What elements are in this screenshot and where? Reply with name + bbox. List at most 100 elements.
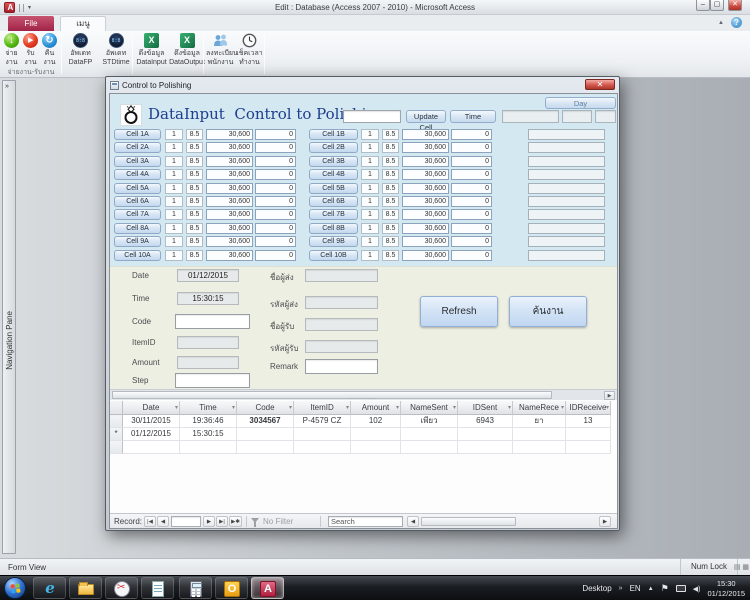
column-header-idreceive[interactable]: IDReceive▾ [566,401,611,415]
sort-filter-arrow-icon[interactable]: ▾ [175,402,178,415]
cell-field[interactable]: 8.5 [382,196,399,207]
ribbon-button-update-datafp[interactable]: อัพเดทDataFP [64,32,97,76]
update-cell-button[interactable]: Update Cell [406,110,446,123]
time-field[interactable]: 15:30:15 [177,292,239,305]
table-cell[interactable] [401,441,458,454]
cell-field[interactable]: 8.5 [382,142,399,153]
ribbon-collapse-icon[interactable]: ▲ [718,20,724,26]
cell-field[interactable]: 30,600 [206,250,253,261]
cell-field[interactable]: 1 [361,169,379,180]
table-select-all[interactable] [110,401,123,415]
cell-note-box[interactable] [528,142,605,153]
cell-field[interactable]: 1 [361,196,379,207]
row-selector[interactable] [110,415,123,428]
sort-filter-arrow-icon[interactable]: ▾ [232,402,235,415]
hidden-icons-icon[interactable]: ▲ [648,586,654,592]
ribbon-button-receive-job[interactable]: รับงาน [21,32,40,76]
cell-field[interactable]: 8.5 [382,209,399,220]
table-cell[interactable] [123,441,180,454]
cell-button[interactable]: Cell 4B [309,169,358,180]
cell-button[interactable]: Cell 9B [309,236,358,247]
table-cell[interactable] [566,428,611,441]
cell-field[interactable]: 1 [361,236,379,247]
desktop-toolbar[interactable]: Desktop [582,584,611,593]
sort-filter-arrow-icon[interactable]: ▾ [606,402,609,415]
table-cell[interactable] [513,428,566,441]
cell-field[interactable]: 0 [255,236,296,247]
table-cell[interactable] [566,441,611,454]
cell-field[interactable]: 1 [165,183,183,194]
cell-field[interactable]: 1 [165,142,183,153]
cell-field[interactable]: 30,600 [206,209,253,220]
cell-button[interactable]: Cell 8A [114,223,161,234]
cell-field[interactable]: 30,600 [402,223,449,234]
cell-note-box[interactable] [528,236,605,247]
cell-field[interactable]: 0 [255,156,296,167]
column-header-date[interactable]: Date▾ [123,401,180,415]
volume-icon[interactable]: ◀) [693,585,701,593]
cell-button[interactable]: Cell 7A [114,209,161,220]
remark-field[interactable] [305,359,378,374]
row-selector[interactable]: * [110,428,123,441]
column-header-time[interactable]: Time▾ [180,401,237,415]
cell-field[interactable]: 30,600 [402,129,449,140]
taskbar-snipping-tool[interactable] [105,577,138,599]
cell-button[interactable]: Cell 1A [114,129,161,140]
cell-field[interactable]: 8.5 [382,169,399,180]
table-cell[interactable]: 19:36:46 [180,415,237,428]
cell-field[interactable]: 8.5 [186,169,203,180]
cell-note-box[interactable] [528,196,605,207]
sort-filter-arrow-icon[interactable]: ▾ [396,402,399,415]
cell-button[interactable]: Cell 9A [114,236,161,247]
table-cell[interactable] [401,428,458,441]
search-box[interactable]: Search [328,516,403,527]
table-cell[interactable] [237,428,294,441]
cell-button[interactable]: Cell 7B [309,209,358,220]
taskbar-notepad[interactable] [141,577,174,599]
find-job-button[interactable]: ค้นงาน [509,296,587,327]
cell-field[interactable]: 1 [165,169,183,180]
next-record-icon[interactable]: ▶ [203,516,215,527]
cell-field[interactable]: 0 [451,236,492,247]
cell-field[interactable]: 0 [255,183,296,194]
record-count-box[interactable] [171,516,201,527]
help-icon[interactable]: ? [731,17,742,28]
cell-field[interactable]: 8.5 [186,250,203,261]
taskbar-outlook[interactable] [215,577,248,599]
cell-field[interactable]: 0 [451,250,492,261]
cell-field[interactable]: 8.5 [186,223,203,234]
cell-field[interactable]: 0 [255,209,296,220]
table-scroll-left-icon[interactable]: ◀ [407,516,419,527]
tab-menu[interactable]: เมนู [60,16,106,31]
cell-field[interactable]: 1 [165,156,183,167]
table-cell[interactable]: 6943 [458,415,513,428]
table-cell[interactable] [351,428,401,441]
header-box-2[interactable] [562,110,592,123]
table-cell[interactable]: เพียว [401,415,458,428]
cell-field[interactable]: 30,600 [402,156,449,167]
cell-field[interactable]: 1 [165,250,183,261]
action-center-flag-icon[interactable]: ⚑ [661,583,669,594]
cell-field[interactable]: 1 [361,250,379,261]
table-cell[interactable] [458,428,513,441]
form-close-button[interactable]: ✕ [585,79,615,90]
cell-field[interactable]: 30,600 [206,169,253,180]
cell-field[interactable]: 30,600 [206,223,253,234]
ribbon-button-dispatch-job[interactable]: จ่ายงาน [2,32,21,76]
cell-field[interactable]: 8.5 [186,142,203,153]
navigation-pane-collapsed[interactable]: » Navigation Pane [2,80,16,554]
cell-field[interactable]: 8.5 [382,156,399,167]
table-cell[interactable]: 3034567 [237,415,294,428]
cell-field[interactable]: 1 [165,223,183,234]
cell-field[interactable]: 8.5 [382,223,399,234]
table-cell[interactable] [237,441,294,454]
cell-field[interactable]: 0 [255,129,296,140]
cell-field[interactable]: 30,600 [206,196,253,207]
column-header-itemid[interactable]: ItemID▾ [294,401,351,415]
cell-field[interactable]: 30,600 [402,169,449,180]
amount-field[interactable] [177,356,239,369]
cell-field[interactable]: 30,600 [402,142,449,153]
cell-button[interactable]: Cell 8B [309,223,358,234]
time-button[interactable]: Time [450,110,496,123]
cell-field[interactable]: 0 [451,129,492,140]
